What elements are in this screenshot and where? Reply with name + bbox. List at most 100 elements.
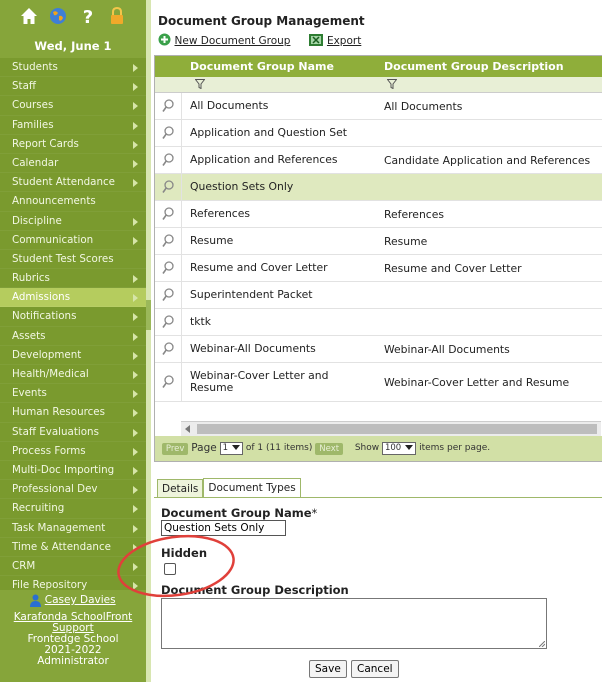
cell-document-group-name: tktk (190, 315, 211, 328)
sidebar-header: ? Wed, June 1 (0, 0, 146, 58)
sidebar-item-calendar[interactable]: Calendar (0, 154, 146, 174)
table-row[interactable]: Webinar-Cover Letter and Resume Webinar-C… (155, 363, 602, 402)
cell-document-group-description (384, 309, 599, 335)
sidebar-item-recruiting[interactable]: Recruiting (0, 499, 146, 519)
sidebar-item-label: Human Resources (12, 406, 105, 419)
sidebar-item-staff[interactable]: Staff (0, 77, 146, 97)
cell-document-group-description (384, 282, 599, 308)
globe-icon[interactable] (48, 6, 68, 26)
chevron-right-icon (133, 179, 138, 188)
magnifier-icon[interactable] (162, 288, 174, 302)
sidebar-item-student-test-scores[interactable]: Student Test Scores (0, 250, 146, 270)
resize-grip-icon[interactable] (539, 641, 545, 647)
filter-icon[interactable] (194, 79, 206, 92)
chevron-right-icon (133, 428, 138, 437)
sidebar-item-notifications[interactable]: Notifications (0, 307, 146, 327)
magnifier-icon[interactable] (162, 234, 174, 248)
magnifier-icon[interactable] (162, 207, 174, 221)
sidebar-item-professional-dev[interactable]: Professional Dev (0, 480, 146, 500)
magnifier-icon[interactable] (162, 99, 174, 113)
sidebar-item-rubrics[interactable]: Rubrics (0, 269, 146, 289)
table-row[interactable]: Superintendent Packet (155, 282, 602, 309)
new-document-group-link[interactable]: New Document Group (175, 35, 291, 47)
magnifier-icon[interactable] (162, 375, 174, 389)
chevron-right-icon (133, 505, 138, 514)
page-select[interactable]: 1 (219, 442, 244, 455)
sidebar-item-label: Families (12, 118, 54, 131)
cell-document-group-name: All Documents (190, 99, 269, 112)
table-row[interactable]: Resume Resume (155, 228, 602, 255)
scrollbar-thumb[interactable] (197, 424, 597, 434)
sidebar-item-label: Health/Medical (12, 368, 89, 380)
chevron-right-icon (133, 236, 138, 245)
sidebar-item-health-medical[interactable]: Health/Medical (0, 365, 146, 385)
magnifier-icon[interactable] (162, 180, 174, 194)
cell-document-group-name: Superintendent Packet (190, 288, 313, 301)
sidebar-item-label: Communication (12, 233, 94, 246)
description-textarea[interactable] (161, 598, 547, 649)
table-row[interactable]: References References (155, 201, 602, 228)
page-size-select[interactable]: 100 (381, 442, 417, 455)
sidebar-item-label: Calendar (12, 156, 59, 169)
cell-document-group-name: References (190, 207, 250, 220)
sidebar-item-courses[interactable]: Courses (0, 96, 146, 116)
save-button[interactable]: Save (309, 660, 347, 678)
column-header-name[interactable]: Document Group Name (190, 56, 334, 77)
sidebar-item-label: Events (12, 387, 47, 400)
table-row[interactable]: Webinar-All Documents Webinar-All Documen… (155, 336, 602, 363)
table-row[interactable]: Question Sets Only (155, 174, 602, 201)
sidebar-item-report-cards[interactable]: Report Cards (0, 135, 146, 154)
home-icon[interactable] (19, 6, 39, 26)
table-row[interactable]: Resume and Cover Letter Resume and Cover … (155, 255, 602, 282)
tab-details[interactable]: Details (157, 479, 204, 498)
prev-page-button[interactable]: Prev (161, 442, 189, 455)
magnifier-icon[interactable] (162, 153, 174, 167)
cell-document-group-description (384, 174, 599, 200)
table-row[interactable]: All Documents All Documents (155, 93, 602, 120)
export-link[interactable]: Export (327, 35, 361, 47)
sidebar-item-admissions[interactable]: Admissions (0, 288, 146, 308)
sidebar-item-families[interactable]: Families (0, 116, 146, 135)
sidebar-item-label: Assets (12, 329, 46, 342)
sidebar-item-discipline[interactable]: Discipline (0, 212, 146, 231)
required-mark: * (311, 506, 318, 520)
sidebar-item-events[interactable]: Events (0, 384, 146, 404)
chevron-right-icon (133, 447, 138, 456)
add-icon[interactable] (158, 33, 171, 49)
sidebar-item-multi-doc-importing[interactable]: Multi-Doc Importing (0, 461, 146, 481)
sidebar-item-students[interactable]: Students (0, 58, 146, 78)
scroll-left-icon[interactable] (185, 425, 190, 433)
next-page-button[interactable]: Next (315, 442, 344, 455)
table-row[interactable]: Application and Question Set (155, 120, 602, 147)
tab-document-types[interactable]: Document Types (203, 478, 301, 498)
help-icon[interactable]: ? (78, 6, 98, 28)
sidebar-item-staff-evaluations[interactable]: Staff Evaluations (0, 423, 146, 442)
filter-icon[interactable] (386, 79, 398, 92)
sidebar-item-label: Students (12, 61, 58, 73)
sidebar-item-communication[interactable]: Communication (0, 231, 146, 250)
lock-icon[interactable] (107, 6, 127, 26)
sidebar-item-announcements[interactable]: Announcements (0, 192, 146, 212)
magnifier-icon[interactable] (162, 315, 174, 329)
annotation-circle (117, 534, 235, 598)
magnifier-icon[interactable] (162, 261, 174, 275)
show-label: Show (354, 443, 380, 453)
horizontal-scrollbar[interactable] (181, 421, 601, 436)
tab-divider (154, 497, 602, 498)
cancel-button[interactable]: Cancel (351, 660, 399, 678)
sidebar-item-student-attendance[interactable]: Student Attendance (0, 173, 146, 193)
magnifier-icon[interactable] (162, 342, 174, 356)
school-support-link[interactable]: Karafonda SchoolFront Support (0, 612, 146, 634)
table-row[interactable]: tktk (155, 309, 602, 336)
sidebar-item-assets[interactable]: Assets (0, 327, 146, 346)
sidebar-item-development[interactable]: Development (0, 346, 146, 365)
cell-document-group-description (384, 120, 599, 146)
excel-icon[interactable] (309, 33, 324, 49)
magnifier-icon[interactable] (162, 126, 174, 140)
sidebar-item-human-resources[interactable]: Human Resources (0, 403, 146, 423)
user-name-link[interactable]: Casey Davies (45, 594, 116, 606)
column-header-description[interactable]: Document Group Description (384, 56, 564, 77)
chevron-right-icon (133, 409, 138, 418)
sidebar-item-process-forms[interactable]: Process Forms (0, 442, 146, 461)
table-row[interactable]: Application and References Candidate Appl… (155, 147, 602, 174)
